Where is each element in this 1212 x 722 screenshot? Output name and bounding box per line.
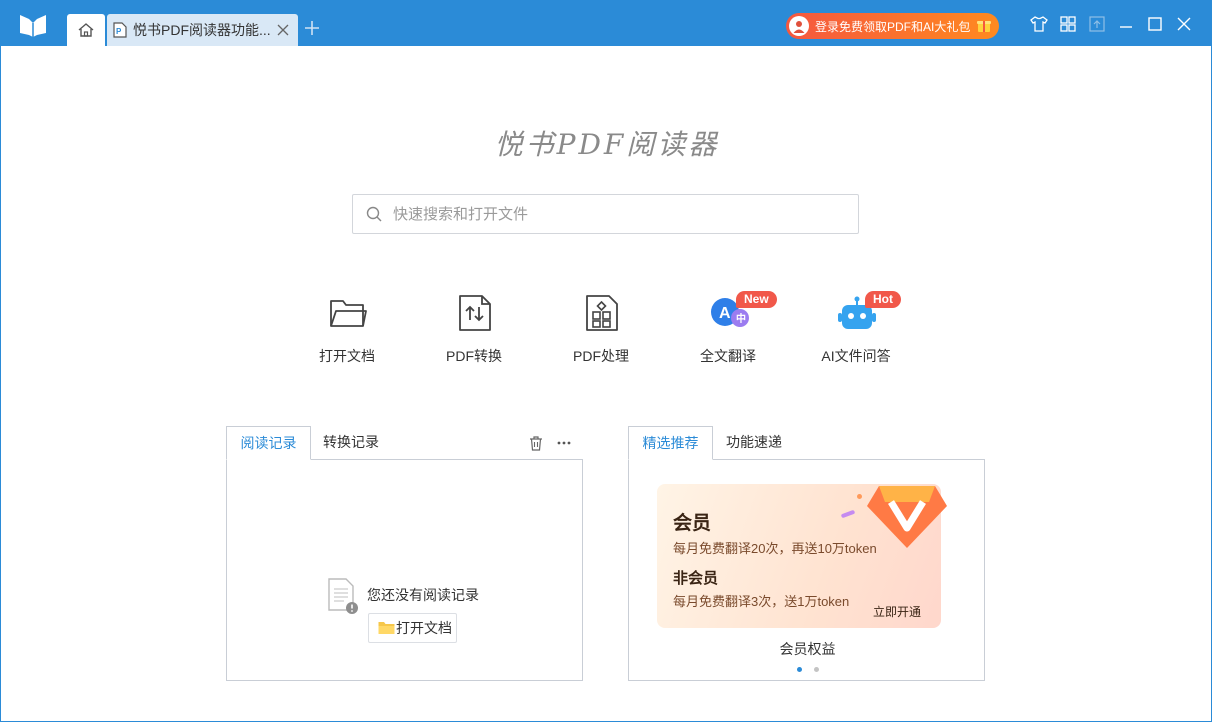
app-window: P 悦书PDF阅读器功能... 登录免费领取PDF和AI大礼包 悦书PDF阅读器…	[0, 0, 1212, 722]
tab-document-label: 悦书PDF阅读器功能...	[133, 22, 271, 38]
carousel-dot[interactable]	[814, 667, 819, 672]
convert-icon	[459, 295, 491, 331]
empty-document-icon	[328, 578, 358, 614]
banner-member-line: 每月免费翻译20次，再送10万token	[673, 541, 877, 556]
app-logo-icon	[20, 15, 46, 37]
title-bar: P 悦书PDF阅读器功能... 登录免费领取PDF和AI大礼包	[1, 1, 1212, 46]
banner-nonmember-line: 每月免费翻译3次，送1万token	[673, 594, 850, 609]
recommend-panel: 会员 每月免费翻译20次，再送10万token 非会员 每月免费翻译3次，送1万…	[628, 426, 985, 681]
maximize-icon[interactable]	[1146, 15, 1164, 33]
new-tab-button[interactable]	[303, 19, 321, 37]
vip-diamond-icon	[867, 486, 947, 548]
minimize-icon[interactable]	[1117, 15, 1135, 33]
activate-now-link[interactable]: 立即开通	[873, 603, 921, 620]
process-icon	[586, 295, 618, 331]
folder-icon	[378, 622, 395, 634]
tool-label: 全文翻译	[700, 348, 756, 364]
home-icon	[78, 23, 94, 37]
tool-label: PDF处理	[573, 348, 629, 364]
tool-label: 打开文档	[319, 348, 375, 364]
banner-title: 会员	[673, 513, 712, 534]
pdf-file-icon: P	[113, 22, 127, 38]
recommend-panel-body: 会员 每月免费翻译20次，再送10万token 非会员 每月免费翻译3次，送1万…	[628, 459, 985, 681]
pin-top-icon[interactable]	[1088, 15, 1106, 33]
tool-label: PDF转换	[446, 348, 502, 364]
svg-text:A: A	[719, 305, 731, 322]
tool-full-translate[interactable]: A 中 New 全文翻译	[673, 291, 783, 371]
history-panel-body: 您还没有阅读记录 打开文档	[226, 459, 583, 681]
membership-banner[interactable]: 会员 每月免费翻译20次，再送10万token 非会员 每月免费翻译3次，送1万…	[657, 484, 947, 628]
confetti	[840, 509, 856, 519]
close-window-icon[interactable]	[1175, 15, 1193, 33]
history-panel: 您还没有阅读记录 打开文档 阅读记录 转换记录	[226, 426, 583, 681]
promo-text: 登录免费领取PDF和AI大礼包	[815, 19, 971, 34]
svg-text:中: 中	[736, 312, 746, 325]
skin-icon[interactable]	[1030, 15, 1048, 33]
tab-featured[interactable]: 精选推荐	[628, 426, 713, 460]
tool-open-document[interactable]: 打开文档	[292, 291, 402, 371]
brand-title: 悦书PDF阅读器	[494, 128, 720, 161]
gift-icon	[977, 21, 991, 32]
login-promo-button[interactable]: 登录免费领取PDF和AI大礼包	[786, 13, 999, 39]
search-icon	[366, 206, 382, 222]
open-document-button[interactable]: 打开文档	[368, 613, 457, 643]
more-icon[interactable]	[556, 435, 572, 451]
grid-icon[interactable]	[1059, 15, 1077, 33]
hot-badge: Hot	[865, 291, 901, 308]
member-rights-caption: 会员权益	[779, 641, 836, 657]
tab-reading-history[interactable]: 阅读记录	[226, 426, 311, 460]
user-icon	[793, 21, 805, 33]
folder-icon	[330, 300, 367, 327]
carousel-dot-active[interactable]	[797, 667, 802, 672]
tool-pdf-convert[interactable]: PDF转换	[419, 291, 529, 371]
tool-label: AI文件问答	[821, 348, 891, 364]
empty-history-text: 您还没有阅读记录	[367, 587, 479, 603]
tab-home[interactable]	[67, 14, 105, 46]
search-box[interactable]	[352, 194, 859, 234]
close-tab-icon[interactable]	[276, 23, 290, 37]
open-document-label: 打开文档	[396, 620, 452, 636]
tab-conversion-history[interactable]: 转换记录	[311, 426, 391, 460]
avatar	[789, 16, 809, 36]
tool-ai-file-qa[interactable]: Hot AI文件问答	[801, 291, 911, 371]
tool-pdf-process[interactable]: PDF处理	[546, 291, 656, 371]
trash-icon[interactable]	[528, 435, 544, 451]
tab-feature-express[interactable]: 功能速递	[713, 426, 795, 460]
svg-text:P: P	[116, 27, 122, 36]
new-badge: New	[736, 291, 777, 308]
search-input[interactable]	[391, 204, 835, 224]
banner-title-nonmember: 非会员	[673, 570, 719, 587]
confetti	[857, 494, 862, 499]
tab-document[interactable]: P 悦书PDF阅读器功能...	[107, 14, 298, 46]
